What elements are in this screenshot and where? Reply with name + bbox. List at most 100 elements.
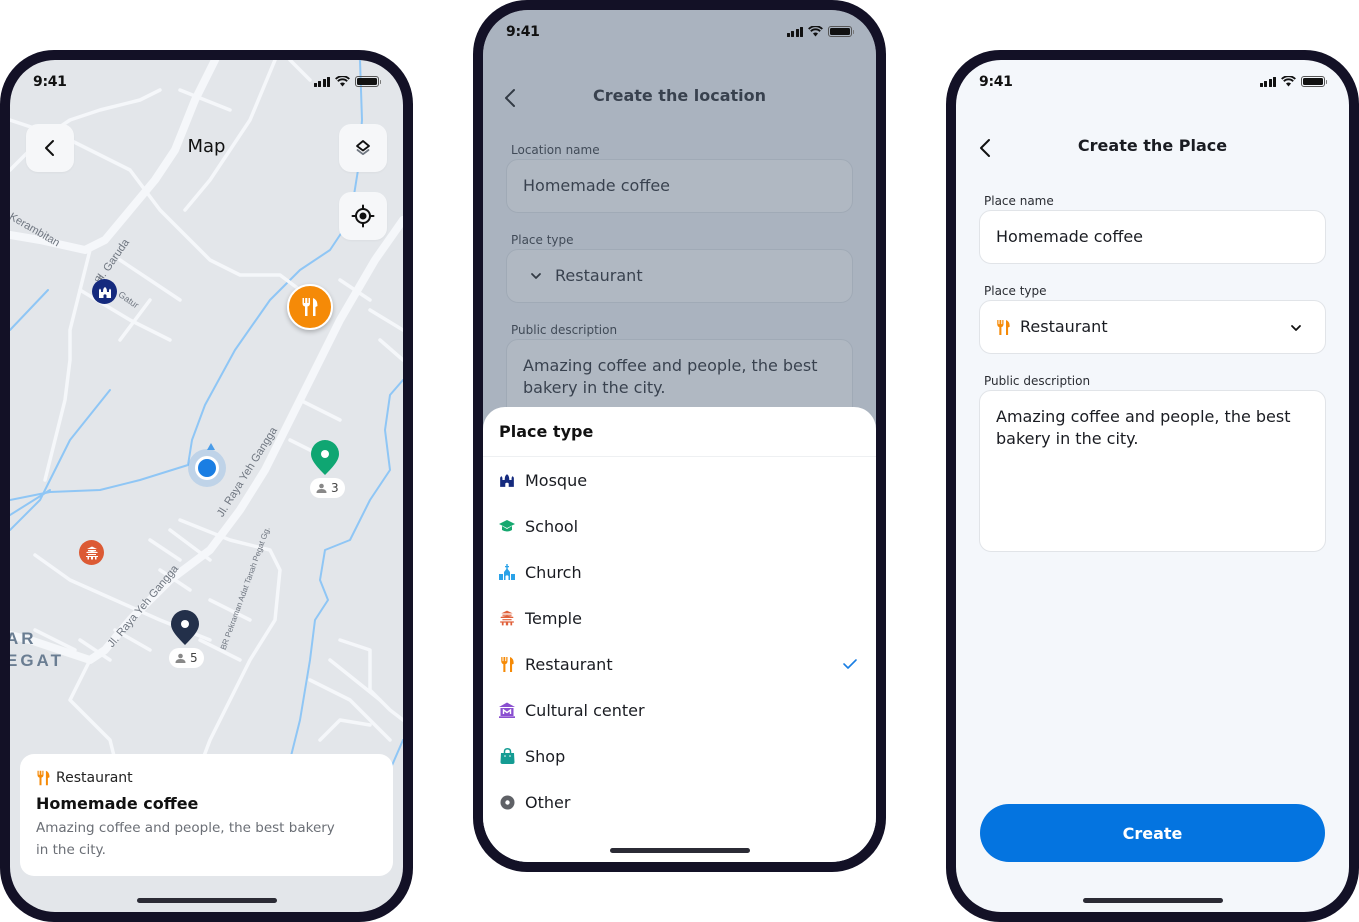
phone-create-location-screen: 9:41 Create the location Location name H… [473, 0, 886, 872]
option-label: Shop [525, 746, 566, 766]
option-temple[interactable]: Temple [483, 595, 876, 641]
battery-icon [355, 76, 381, 87]
option-label: Restaurant [525, 654, 613, 674]
heading-arrow-icon [207, 443, 215, 450]
home-indicator [136, 898, 277, 903]
create-location-screen: 9:41 Create the location Location name H… [483, 10, 876, 862]
map-pin-icon [171, 610, 199, 645]
people-count-badge: 5 [169, 648, 204, 668]
phone-map-screen: Kerambitan Jl. Garuda Jl. Gn. Gatur Jl. … [0, 50, 413, 922]
layers-icon [356, 140, 370, 156]
status-bar: 9:41 [483, 10, 876, 54]
option-cultural-center[interactable]: Cultural center [483, 687, 876, 733]
cellular-signal-icon [1259, 76, 1276, 87]
create-place-screen: 9:41 Create the Place Place name Homemad… [956, 60, 1349, 912]
wifi-icon [808, 26, 823, 37]
place-type-value: Restaurant [1020, 317, 1108, 336]
map-pin-icon [311, 440, 339, 475]
place-type-sheet: Place type Mosque School Church Temple R… [483, 407, 876, 862]
temple-marker[interactable] [79, 540, 104, 565]
option-school[interactable]: School [483, 503, 876, 549]
area-label: AR EGAT [10, 628, 64, 672]
place-type-label: Restaurant [56, 770, 133, 786]
chevron-down-icon [1291, 325, 1301, 331]
status-icons [786, 26, 854, 37]
user-location-marker[interactable] [188, 443, 226, 487]
temple-icon [499, 610, 515, 626]
area-label-line: AR [10, 629, 37, 648]
shopping-bag-icon [499, 748, 515, 764]
fork-knife-icon [997, 320, 1010, 335]
cellular-signal-icon [313, 76, 330, 87]
place-name-value: Homemade coffee [996, 227, 1144, 246]
wifi-icon [1281, 76, 1296, 87]
status-bar: 9:41 [956, 60, 1349, 104]
restaurant-marker[interactable] [287, 284, 333, 330]
description-textarea[interactable]: Amazing coffee and people, the best bake… [979, 390, 1326, 552]
home-indicator [609, 848, 750, 853]
place-type-label: Place type [984, 284, 1047, 298]
page-title: Create the Place [1077, 136, 1228, 155]
create-button[interactable]: Create [980, 804, 1325, 862]
circle-dot-icon [499, 794, 515, 810]
option-church[interactable]: Church [483, 549, 876, 595]
description-value: Amazing coffee and people, the best bake… [996, 407, 1291, 448]
option-mosque[interactable]: Mosque [483, 457, 876, 503]
option-shop[interactable]: Shop [483, 733, 876, 779]
status-icons [1259, 76, 1327, 87]
my-location-button[interactable] [339, 192, 387, 240]
battery-icon [1301, 76, 1327, 87]
place-card[interactable]: Restaurant Homemade coffee Amazing coffe… [20, 754, 393, 876]
mosque-icon [98, 286, 111, 298]
mosque-marker[interactable] [92, 279, 117, 304]
fork-knife-icon [302, 298, 318, 316]
option-restaurant[interactable]: Restaurant [483, 641, 876, 687]
mosque-icon [499, 472, 515, 488]
phone-create-place-screen: 9:41 Create the Place Place name Homemad… [946, 50, 1359, 922]
person-icon [175, 653, 186, 663]
user-location-dot [195, 456, 219, 480]
fork-knife-icon [499, 656, 515, 672]
place-description: Amazing coffee and people, the best bake… [36, 820, 335, 858]
place-name: Homemade coffee [36, 794, 199, 813]
nav-bar: Create the Place [956, 134, 1349, 162]
description-label: Public description [984, 374, 1091, 388]
status-time: 9:41 [506, 24, 540, 40]
people-count: 3 [331, 481, 339, 495]
people-count-badge: 3 [310, 478, 345, 498]
status-icons [313, 76, 381, 87]
option-label: Cultural center [525, 700, 645, 720]
status-time: 9:41 [33, 74, 67, 90]
place-type-select[interactable]: Restaurant [979, 300, 1326, 354]
person-icon [316, 483, 327, 493]
option-label: Temple [525, 608, 582, 628]
option-label: Other [525, 792, 571, 812]
church-icon [499, 564, 515, 580]
battery-icon [828, 26, 854, 37]
checkmark-icon [842, 656, 858, 675]
status-bar: 9:41 [10, 60, 403, 104]
place-type: Restaurant [36, 770, 377, 786]
people-count: 5 [190, 651, 198, 665]
area-label-line: EGAT [10, 651, 64, 670]
option-label: Church [525, 562, 582, 582]
crosshair-icon [351, 204, 375, 228]
map-layers-button[interactable] [339, 124, 387, 172]
cellular-signal-icon [786, 26, 803, 37]
fork-knife-icon [37, 770, 50, 786]
graduation-cap-icon [499, 518, 515, 534]
group-pin-marker[interactable]: 5 [168, 610, 204, 668]
sheet-title: Place type [499, 422, 594, 441]
option-label: School [525, 516, 579, 536]
place-name-field[interactable]: Homemade coffee [979, 210, 1326, 264]
home-indicator [1082, 898, 1223, 903]
status-time: 9:41 [979, 74, 1013, 90]
option-label: Mosque [525, 470, 588, 490]
option-other[interactable]: Other [483, 779, 876, 825]
museum-icon [499, 702, 515, 718]
group-pin-marker[interactable]: 3 [308, 440, 345, 498]
temple-icon [85, 546, 98, 559]
map-screen: Kerambitan Jl. Garuda Jl. Gn. Gatur Jl. … [10, 60, 403, 912]
place-name-label: Place name [984, 194, 1054, 208]
wifi-icon [335, 76, 350, 87]
